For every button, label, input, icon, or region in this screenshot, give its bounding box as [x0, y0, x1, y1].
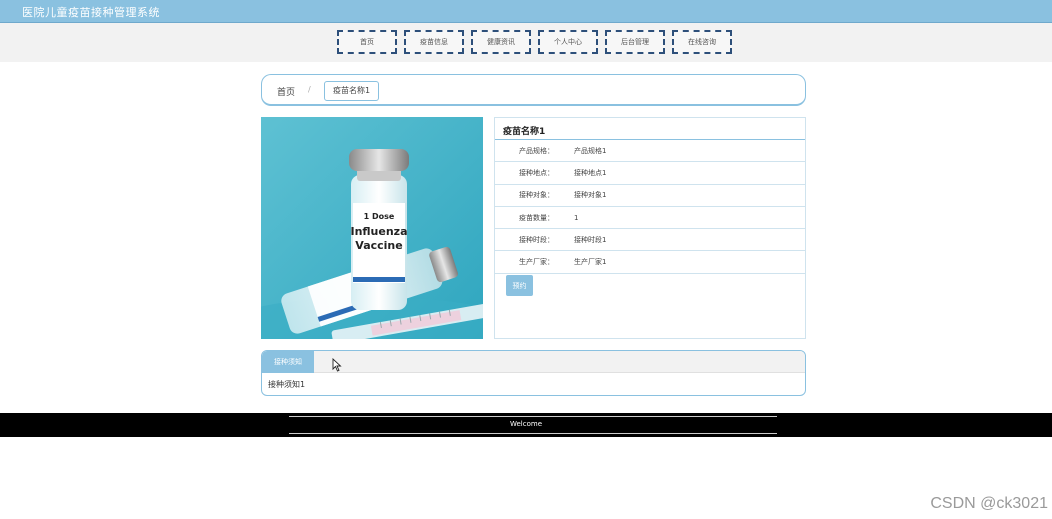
top-header: 医院儿童疫苗接种管理系统	[0, 0, 1052, 23]
nav-band: 首页 疫苗信息 健康资讯 个人中心 后台管理 在线咨询	[0, 23, 1052, 62]
row-value: 接种对象1	[574, 191, 607, 200]
vial-dose-text: 1 Dose	[364, 212, 395, 221]
detail-row-target: 接种对象： 接种对象1	[495, 185, 805, 207]
tab-vaccination-notice[interactable]: 接种须知	[262, 351, 314, 373]
row-label: 产品规格：	[519, 146, 554, 155]
detail-row-quantity: 疫苗数量： 1	[495, 207, 805, 230]
row-label: 疫苗数量：	[519, 213, 554, 222]
detail-row-manufacturer: 生产厂家： 生产厂家1	[495, 251, 805, 274]
footer-divider-top	[289, 416, 777, 417]
vial-name-text: Influenza	[350, 225, 407, 238]
row-label: 接种时段：	[519, 235, 554, 244]
nav-item-health-news[interactable]: 健康资讯	[471, 30, 531, 54]
breadcrumb-current: 疫苗名称1	[324, 81, 380, 101]
book-button[interactable]: 预约	[506, 275, 533, 296]
nav-item-vaccine-info[interactable]: 疫苗信息	[404, 30, 464, 54]
app-title: 医院儿童疫苗接种管理系统	[22, 6, 160, 19]
tab-bar	[262, 351, 805, 373]
footer-divider-bottom	[289, 433, 777, 434]
row-value: 接种时段1	[574, 235, 607, 244]
row-label: 接种对象：	[519, 191, 554, 200]
tab-content: 接种须知1	[268, 380, 306, 389]
main-nav: 首页 疫苗信息 健康资讯 个人中心 后台管理 在线咨询	[337, 30, 732, 54]
mouse-cursor-icon	[332, 357, 342, 376]
nav-item-online-consult[interactable]: 在线咨询	[672, 30, 732, 54]
vial-type-text: Vaccine	[355, 239, 402, 252]
detail-title: 疫苗名称1	[495, 118, 805, 140]
detail-row-location: 接种地点： 接种地点1	[495, 162, 805, 185]
row-value: 1	[574, 213, 579, 222]
row-value: 接种地点1	[574, 168, 607, 177]
info-tabs: 接种须知 接种须知1	[261, 350, 806, 396]
row-label: 生产厂家：	[519, 258, 554, 267]
vaccine-detail-panel: 疫苗名称1 产品规格： 产品规格1 接种地点： 接种地点1 接种对象： 接种对象…	[494, 117, 806, 339]
vaccine-product-image: 1 Dose Influenza Vaccine	[261, 117, 483, 339]
footer: Welcome	[0, 413, 1052, 437]
row-value: 产品规格1	[574, 146, 607, 155]
nav-item-home[interactable]: 首页	[337, 30, 397, 54]
watermark: CSDN @ck3021	[930, 495, 1048, 512]
footer-text: Welcome	[509, 420, 543, 428]
breadcrumb: 首页 / 疫苗名称1	[261, 74, 806, 106]
breadcrumb-home-link[interactable]: 首页	[277, 85, 295, 98]
nav-item-admin[interactable]: 后台管理	[605, 30, 665, 54]
detail-row-time-slot: 接种时段： 接种时段1	[495, 229, 805, 252]
breadcrumb-separator: /	[308, 85, 311, 94]
row-label: 接种地点：	[519, 168, 554, 177]
nav-item-personal-center[interactable]: 个人中心	[538, 30, 598, 54]
detail-row-spec: 产品规格： 产品规格1	[495, 140, 805, 163]
row-value: 生产厂家1	[574, 258, 607, 267]
